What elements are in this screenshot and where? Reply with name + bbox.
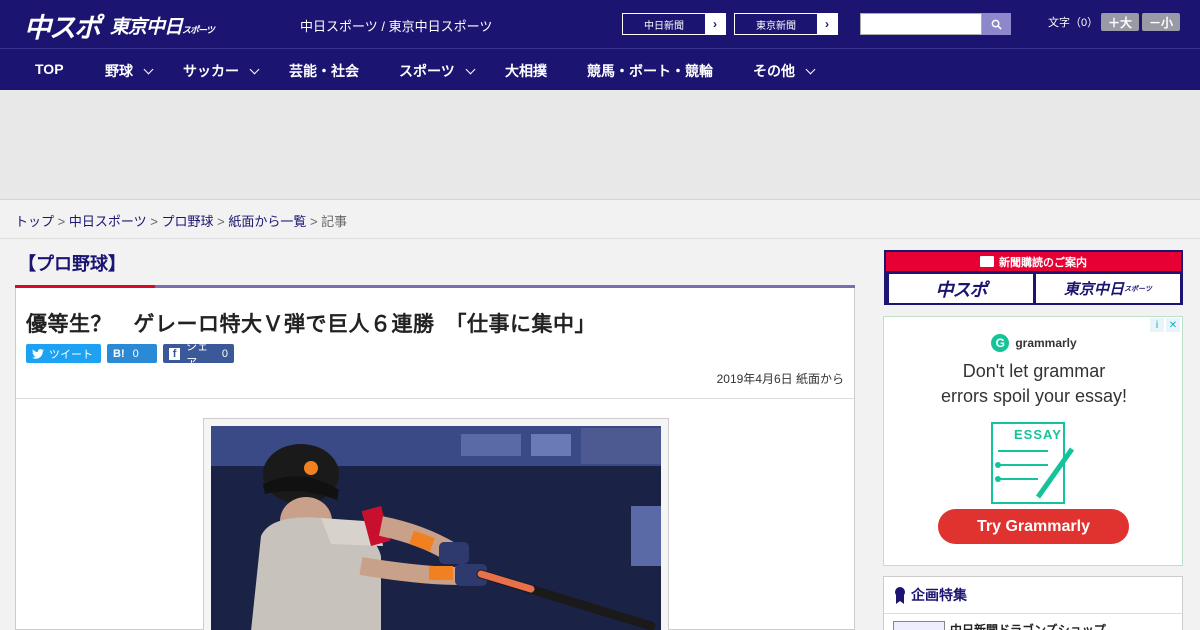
ad-headline: Don't let grammar errors spoil your essa… [884, 359, 1184, 409]
top-header: 中スポ 東京中日スポーツ 中日スポーツ / 東京中日スポーツ 中日新聞 › 東京… [0, 0, 1200, 48]
nav-item-racing[interactable]: 競馬・ボート・競輪 [587, 61, 713, 81]
ribbon-icon [895, 587, 905, 604]
subscribe-banner[interactable]: 新聞購読のご案内 中スポ 東京中日 スポーツ [884, 250, 1183, 305]
grammarly-ad[interactable]: i ✕ G grammarly Don't let grammar errors… [883, 316, 1183, 566]
chevron-down-icon [465, 64, 476, 75]
nav-label: サッカー [183, 63, 239, 79]
feature-thumbnail[interactable] [893, 621, 945, 630]
search-button[interactable] [982, 13, 1011, 35]
article-photo[interactable] [211, 426, 661, 630]
nav-label: 大相撲 [505, 63, 547, 79]
breadcrumb-link[interactable]: 中日スポーツ [69, 214, 147, 229]
main-nav: TOP 野球 サッカー 芸能・社会 スポーツ 大相撲 競馬・ボート・競輪 その他 [0, 48, 1200, 90]
nav-label: 芸能・社会 [289, 63, 359, 79]
subscribe-chuspo-button[interactable]: 中スポ [889, 274, 1033, 303]
hatena-bookmark-button[interactable]: B! 0 [107, 344, 157, 363]
nav-item-baseball[interactable]: 野球 [105, 61, 154, 81]
logo-sub-small: スポーツ [182, 26, 215, 36]
feature-item-link[interactable]: 中日新聞ドラゴンズショップ [950, 621, 1106, 630]
subscribe-tokyo-chunichi-button[interactable]: 東京中日 スポーツ [1036, 274, 1180, 303]
close-icon[interactable]: ✕ [1166, 318, 1180, 332]
font-larger-button[interactable]: ＋大 [1101, 13, 1139, 31]
breadcrumb-link[interactable]: トップ [15, 214, 54, 229]
tweet-button[interactable]: ツイート [26, 344, 101, 363]
nav-label: その他 [753, 63, 795, 79]
search-input[interactable] [860, 13, 982, 35]
chunichi-shimbun-link[interactable]: 中日新聞 › [622, 13, 726, 35]
twitter-icon [32, 348, 44, 359]
search-icon [991, 19, 1002, 30]
grammarly-brand: grammarly [1015, 336, 1077, 350]
breadcrumb: トップ > 中日スポーツ > プロ野球 > 紙面から一覧 > 記事 [0, 201, 1200, 239]
breadcrumb-link[interactable]: プロ野球 [161, 214, 213, 229]
subscribe-title-bar: 新聞購読のご案内 [886, 252, 1181, 271]
breadcrumb-separator: > [217, 214, 225, 229]
nav-label: 野球 [105, 63, 133, 79]
nav-label: スポーツ [399, 63, 455, 79]
breadcrumb-separator: > [57, 214, 66, 229]
font-size-label: 文字（0） [1048, 17, 1099, 29]
chunichi-shimbun-label: 中日新聞 [644, 20, 684, 32]
tokyo-shimbun-link[interactable]: 東京新聞 › [734, 13, 838, 35]
article-photo-frame [203, 418, 669, 630]
breadcrumb-separator: > [150, 214, 158, 229]
tweet-label: ツイート [49, 348, 93, 361]
ad-headline-line1: Don't let grammar [962, 361, 1106, 381]
ad-choice-icons: i ✕ [1150, 318, 1180, 332]
feature-heading: 企画特集 [894, 585, 967, 605]
hatena-icon: B! [113, 347, 125, 360]
subscribe-right-small: スポーツ [1124, 284, 1152, 293]
essay-illustration: ESSAY [988, 421, 1076, 505]
logo-sub-text: 東京中日 [110, 16, 183, 38]
feature-divider [884, 613, 1182, 614]
article-headline: 優等生？ ゲレーロ特大Ｖ弾で巨人６連勝 「仕事に集中」 [26, 312, 596, 336]
nav-item-soccer[interactable]: サッカー [183, 61, 260, 81]
essay-label: ESSAY [1014, 427, 1062, 442]
font-smaller-button[interactable]: －小 [1142, 13, 1180, 31]
hatena-count: 0 [132, 347, 139, 360]
category-label[interactable]: 【プロ野球】 [18, 250, 126, 276]
facebook-count: 0 [221, 347, 228, 360]
feature-title: 企画特集 [911, 588, 967, 604]
nav-item-top[interactable]: TOP [35, 61, 64, 77]
ad-headline-line2: errors spoil your essay! [940, 386, 1128, 406]
nav-label: TOP [35, 61, 64, 77]
nav-item-other[interactable]: その他 [753, 61, 816, 81]
chevron-down-icon [805, 64, 816, 75]
chevron-down-icon [249, 64, 260, 75]
subscribe-title: 新聞購読のご案内 [999, 256, 1087, 269]
article-date: 2019年4月6日 紙面から [716, 372, 844, 386]
grammarly-logo: G grammarly [884, 334, 1184, 352]
facebook-share-button[interactable]: f シェア 0 [163, 341, 234, 369]
nav-item-sports[interactable]: スポーツ [399, 61, 476, 81]
feature-box: 企画特集 中日新聞ドラゴンズショップ [883, 576, 1183, 630]
facebook-icon: f [169, 347, 181, 360]
chevron-down-icon [143, 64, 154, 75]
facebook-label: シェア [186, 340, 209, 369]
article-card: 優等生？ ゲレーロ特大Ｖ弾で巨人６連勝 「仕事に集中」 ツイート B! 0 f … [15, 288, 855, 630]
nav-item-sumo[interactable]: 大相撲 [505, 61, 547, 81]
breadcrumb-current: 記事 [321, 214, 348, 229]
chevron-right-icon: › [705, 14, 725, 34]
chuspo-logo[interactable]: 中スポ [24, 6, 101, 45]
subscribe-right-text: 東京中日 [1064, 280, 1125, 298]
grammarly-g-icon: G [991, 334, 1010, 352]
nav-item-entertainment[interactable]: 芸能・社会 [289, 61, 359, 81]
baseball-batter-image [211, 426, 661, 630]
try-grammarly-button[interactable]: Try Grammarly [938, 509, 1129, 544]
tokyo-chunichi-logo[interactable]: 東京中日スポーツ [110, 12, 215, 39]
nav-label: 競馬・ボート・競輪 [587, 63, 713, 79]
tokyo-shimbun-label: 東京新聞 [756, 20, 796, 32]
article-divider [16, 398, 854, 399]
chevron-right-icon: › [817, 14, 837, 34]
newspaper-icon [980, 256, 994, 267]
info-icon[interactable]: i [1150, 318, 1164, 332]
breadcrumb-separator: > [309, 214, 318, 229]
ad-banner-area [0, 90, 1200, 200]
breadcrumb-link[interactable]: 紙面から一覧 [228, 214, 306, 229]
site-name: 中日スポーツ / 東京中日スポーツ [300, 19, 493, 34]
